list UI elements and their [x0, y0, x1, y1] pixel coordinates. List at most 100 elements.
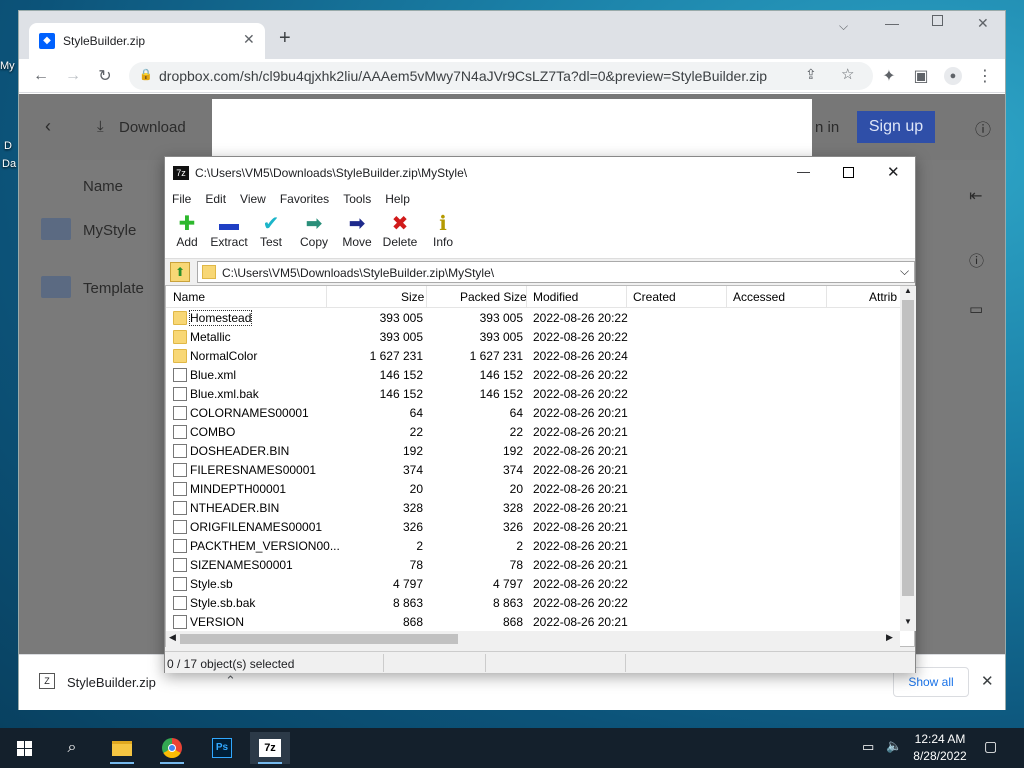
back-arrow-icon[interactable]: ‹ [45, 116, 51, 137]
move-button[interactable]: ➡ Move [335, 213, 379, 249]
7zip-maximize-icon[interactable] [843, 167, 854, 178]
back-icon[interactable]: ← [29, 64, 53, 88]
search-icon[interactable]: ⌕ [52, 732, 92, 764]
file-row[interactable]: DOSHEADER.BIN 192 192 2022-08-26 20:21 [166, 442, 900, 461]
sidepanel-icon[interactable]: ▣ [909, 64, 933, 88]
extract-button[interactable]: ▬ Extract [207, 213, 251, 249]
scroll-right-icon[interactable]: ▶ [886, 632, 893, 643]
collapse-panel-icon[interactable]: ⇤ [969, 186, 982, 206]
menu-edit[interactable]: Edit [198, 189, 233, 209]
delete-button[interactable]: ✖ Delete [378, 213, 422, 249]
col-accessed[interactable]: Accessed [733, 290, 785, 304]
name-column-header[interactable]: Name [83, 178, 123, 195]
share-icon[interactable]: ⇪ [805, 66, 817, 83]
scroll-up-icon[interactable]: ▲ [904, 286, 912, 295]
notification-icon[interactable]: ▢ [984, 738, 997, 755]
7zip-close-icon[interactable]: ✕ [887, 163, 900, 181]
file-row[interactable]: COMBO 22 22 2022-08-26 20:21 [166, 423, 900, 442]
minimize-icon[interactable]: — [885, 15, 899, 31]
file-row[interactable]: Style.sb.bak 8 863 8 863 2022-08-26 20:22 [166, 594, 900, 613]
star-icon[interactable]: ☆ [841, 65, 854, 83]
comment-icon[interactable]: ▭ [969, 300, 983, 318]
tab-close-icon[interactable]: ✕ [243, 31, 255, 48]
col-created[interactable]: Created [633, 290, 676, 304]
address-bar[interactable]: 🔒 dropbox.com/sh/cl9bu4qjxhk2liu/AAAem5v… [129, 62, 873, 90]
vertical-scrollbar[interactable]: ▲ ▼ [900, 286, 916, 631]
chrome-icon[interactable] [152, 732, 192, 764]
help-icon[interactable]: ⓘ [975, 116, 991, 140]
photoshop-icon[interactable]: Ps [202, 732, 242, 764]
7zip-minimize-icon[interactable]: — [797, 164, 810, 179]
maximize-icon[interactable] [932, 15, 943, 26]
start-icon[interactable] [4, 732, 44, 764]
file-row[interactable]: COLORNAMES00001 64 64 2022-08-26 20:21 [166, 404, 900, 423]
file-row[interactable]: VERSION 868 868 2022-08-26 20:21 [166, 613, 900, 632]
horizontal-scrollbar[interactable]: ◀ ▶ [166, 631, 900, 647]
file-row[interactable]: Metallic 393 005 393 005 2022-08-26 20:22 [166, 328, 900, 347]
file-row[interactable]: Style.sb 4 797 4 797 2022-08-26 20:22 [166, 575, 900, 594]
path-dropdown-icon[interactable]: ⌵ [900, 264, 909, 279]
col-size[interactable]: Size [401, 290, 424, 304]
new-tab-icon[interactable]: + [279, 27, 291, 50]
file-row[interactable]: FILERESNAMES00001 374 374 2022-08-26 20:21 [166, 461, 900, 480]
move-icon: ➡ [348, 213, 366, 235]
info-button[interactable]: ℹ Info [421, 213, 465, 249]
horizontal-scroll-thumb[interactable] [180, 634, 458, 644]
network-icon[interactable]: ▭ [862, 739, 874, 755]
file-row[interactable]: PACKTHEM_VERSION00... 2 2 2022-08-26 20:21 [166, 537, 900, 556]
menu-view[interactable]: View [233, 189, 273, 209]
menu-favorites[interactable]: Favorites [273, 189, 336, 209]
sign-in-button[interactable]: n in [815, 119, 839, 136]
col-packed-size[interactable]: Packed Size [460, 290, 527, 304]
folder-row[interactable]: MyStyle [19, 204, 179, 254]
scroll-down-icon[interactable]: ▼ [904, 617, 912, 626]
vertical-scroll-thumb[interactable] [902, 300, 914, 596]
reload-icon[interactable]: ↻ [93, 64, 117, 88]
file-icon [173, 501, 187, 515]
info-icon[interactable]: ⓘ [969, 250, 984, 271]
clock-time[interactable]: 12:24 AM [914, 732, 966, 746]
file-modified: 2022-08-26 20:21 [533, 539, 628, 553]
up-folder-icon[interactable]: ⬆ [170, 262, 190, 282]
add-button[interactable]: ✚ Add [165, 213, 209, 249]
scroll-left-icon[interactable]: ◀ [169, 632, 176, 643]
file-row[interactable]: Blue.xml.bak 146 152 146 152 2022-08-26 20:… [166, 385, 900, 404]
download-button[interactable]: Download [119, 119, 186, 136]
folder-row[interactable]: Template [19, 262, 179, 312]
file-explorer-icon[interactable] [102, 732, 142, 764]
file-size: 78 [409, 558, 423, 572]
test-button[interactable]: ✔ Test [249, 213, 293, 249]
profile-icon[interactable]: ● [941, 64, 965, 88]
file-row[interactable]: Homestead 393 005 393 005 2022-08-26 20:22 [166, 309, 900, 328]
file-row[interactable]: Blue.xml 146 152 146 152 2022-08-26 20:22 [166, 366, 900, 385]
file-row[interactable]: NTHEADER.BIN 328 328 2022-08-26 20:21 [166, 499, 900, 518]
menu-help[interactable]: Help [378, 189, 417, 209]
menu-icon[interactable]: ⋮ [973, 64, 997, 88]
file-packed-size: 22 [509, 425, 523, 439]
col-name[interactable]: Name [173, 290, 205, 304]
forward-icon[interactable]: → [61, 64, 85, 88]
download-file-name[interactable]: StyleBuilder.zip [67, 675, 156, 690]
menu-tools[interactable]: Tools [336, 189, 378, 209]
col-attrib[interactable]: Attrib [869, 290, 897, 304]
copy-button[interactable]: ➡ Copy [292, 213, 336, 249]
col-modified[interactable]: Modified [533, 290, 578, 304]
7zip-icon[interactable]: 7z [250, 732, 290, 764]
close-downloads-icon[interactable]: ✕ [981, 672, 994, 690]
file-icon [173, 387, 187, 401]
file-packed-size: 393 005 [479, 330, 523, 344]
file-row[interactable]: NormalColor 1 627 231 1 627 231 2022-08-26 … [166, 347, 900, 366]
path-bar[interactable]: C:\Users\VM5\Downloads\StyleBuilder.zip\… [197, 261, 915, 283]
extensions-icon[interactable]: ✦ [877, 64, 901, 88]
tab-search-icon[interactable]: ⌵ [839, 19, 848, 34]
file-row[interactable]: SIZENAMES00001 78 78 2022-08-26 20:21 [166, 556, 900, 575]
browser-tab[interactable]: ◆ StyleBuilder.zip ✕ [29, 23, 265, 59]
sign-up-button[interactable]: Sign up [857, 111, 935, 143]
chevron-up-icon[interactable]: ⌃ [225, 673, 236, 689]
clock-date[interactable]: 8/28/2022 [910, 749, 970, 763]
file-row[interactable]: ORIGFILENAMES00001 326 326 2022-08-26 20:21 [166, 518, 900, 537]
close-window-icon[interactable]: ✕ [977, 15, 989, 32]
file-row[interactable]: MINDEPTH00001 20 20 2022-08-26 20:21 [166, 480, 900, 499]
volume-icon[interactable]: 🔈 [886, 738, 902, 754]
menu-file[interactable]: File [165, 189, 198, 209]
